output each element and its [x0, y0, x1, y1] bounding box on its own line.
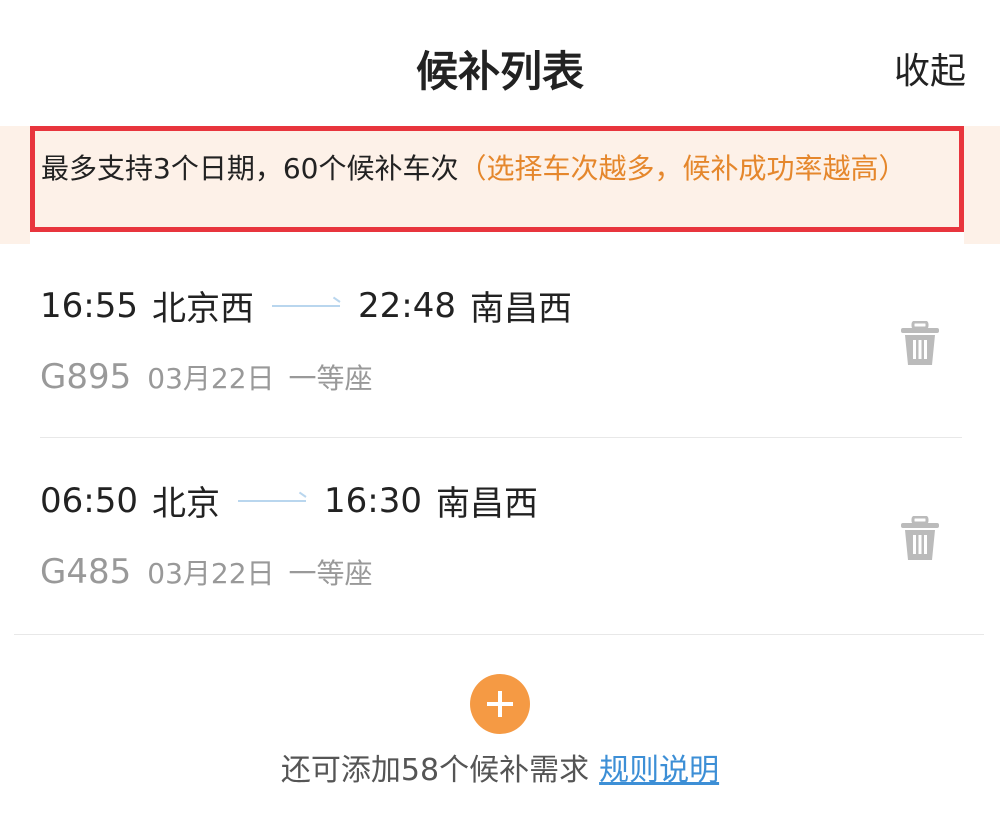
waitlist-item[interactable]: 16:55 北京西 22:48 南昌西 G895 03月22日 一等座: [0, 245, 1000, 440]
route-line: 06:50 北京 16:30 南昌西: [40, 476, 538, 525]
collapse-button[interactable]: 收起: [894, 42, 966, 94]
trash-icon[interactable]: [900, 516, 940, 562]
notice-hint-text: （选择车次越多，候补成功率越高）: [458, 152, 907, 185]
waitlist-item[interactable]: 06:50 北京 16:30 南昌西 G485 03月22日 一等座: [0, 440, 1000, 635]
train-meta: G895 03月22日 一等座: [40, 357, 373, 397]
seat-class: 一等座: [288, 362, 373, 395]
notice-main-text: 最多支持3个日期，60个候补车次: [41, 152, 459, 185]
divider: [14, 634, 984, 635]
train-number: G895: [40, 357, 132, 397]
rules-link[interactable]: 规则说明: [599, 753, 719, 788]
footer: 还可添加58个候补需求 规则说明: [0, 745, 1000, 789]
depart-time: 06:50: [40, 480, 138, 521]
notice-banner: 最多支持3个日期，60个候补车次（选择车次越多，候补成功率越高）: [30, 126, 964, 232]
to-station: 南昌西: [435, 484, 538, 524]
arrive-time: 22:48: [357, 285, 456, 326]
depart-time: 16:55: [40, 285, 138, 326]
trash-icon[interactable]: [900, 321, 940, 367]
to-station: 南昌西: [469, 289, 572, 329]
page-header: 候补列表 收起: [0, 0, 1000, 125]
arrow-icon: [237, 499, 306, 502]
from-station: 北京西: [151, 289, 254, 329]
train-meta: G485 03月22日 一等座: [40, 552, 373, 592]
remaining-count-text: 还可添加58个候补需求: [280, 753, 590, 788]
page-title: 候补列表: [415, 47, 584, 96]
route-line: 16:55 北京西 22:48 南昌西: [40, 281, 572, 330]
notice-strip-left: [0, 126, 30, 244]
arrive-time: 16:30: [323, 480, 422, 521]
travel-date: 03月22日: [147, 362, 275, 395]
from-station: 北京: [151, 484, 220, 524]
arrow-icon: [271, 304, 340, 307]
plus-icon[interactable]: [470, 674, 530, 734]
train-number: G485: [40, 552, 132, 592]
seat-class: 一等座: [288, 557, 373, 590]
notice-strip-right: [964, 126, 1000, 244]
travel-date: 03月22日: [147, 557, 275, 590]
divider: [40, 437, 962, 438]
